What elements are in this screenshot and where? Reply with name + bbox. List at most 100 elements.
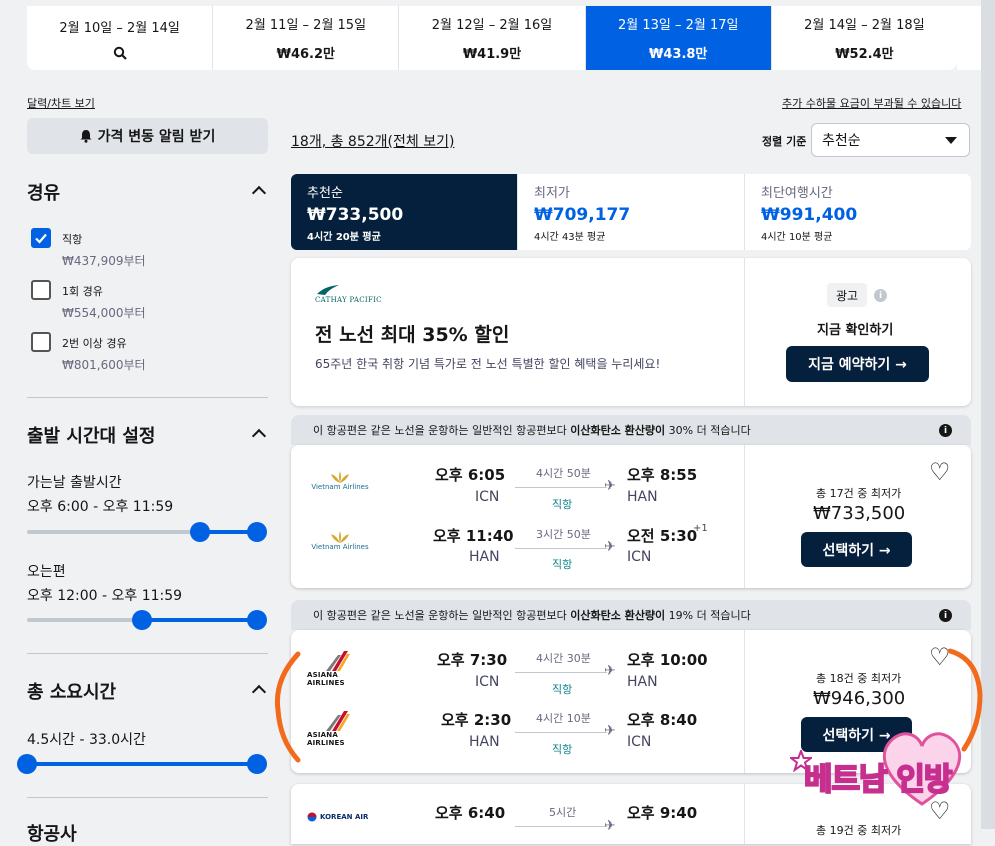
info-icon[interactable]: i [874, 289, 887, 302]
ad-headline: 전 노선 최대 35% 할인 [315, 324, 510, 346]
slider-fill [27, 762, 257, 766]
info-icon[interactable]: i [939, 609, 952, 622]
sort-tab-name: 최저가 [534, 186, 570, 201]
search-icon [113, 46, 127, 60]
lotus-icon [331, 471, 349, 483]
card-divider [744, 630, 745, 773]
stops-two-plus-checkbox[interactable] [31, 332, 51, 352]
results-count[interactable]: 18개, 총 852개(전체 보기) [291, 131, 454, 151]
sort-tab-best[interactable]: 추천순 ₩733,500 4시간 20분 평균 [291, 174, 518, 250]
stops-one-price: ₩554,000부터 [62, 306, 146, 320]
date-tab-overflow [957, 6, 982, 70]
airline-name: KOREAN AIR [320, 813, 369, 821]
slider-fill [142, 618, 257, 622]
slider-handle-max[interactable] [247, 610, 267, 630]
departure-time: 오후 7:30 [437, 651, 508, 669]
date-tab-price: ₩41.9만 [462, 47, 522, 62]
book-now-button[interactable]: 지금 예약하기 → [786, 346, 929, 382]
slider-handle-min[interactable] [132, 610, 152, 630]
collapse-chevron-icon[interactable] [251, 428, 267, 444]
slider-handle-max[interactable] [247, 522, 267, 542]
cathay-brushwing-icon [317, 285, 339, 295]
stops-label: 직항 [552, 498, 573, 511]
arrival-airport: HAN [627, 489, 658, 505]
sort-select-value: 추천순 [822, 133, 861, 149]
asiana-stripes-icon [326, 651, 350, 671]
sort-select[interactable]: 추천순 [811, 123, 970, 157]
cathay-logo: CATHAY PACIFIC [315, 284, 382, 304]
slider-handle-max[interactable] [247, 754, 267, 774]
date-tab-dates: 2월 11일 – 2월 15일 [245, 18, 367, 33]
airline-name: Vietnam Airlines [311, 543, 369, 551]
return-time-label: 오는편 [27, 564, 66, 580]
departure-airport: HAN [469, 549, 500, 565]
stops-one-checkbox[interactable] [31, 280, 51, 300]
next-day-indicator: +1 [693, 523, 708, 534]
date-tab-price: ₩43.8만 [649, 47, 708, 62]
date-tab-4-selected[interactable]: 2월 13일 – 2월 17일 ₩43.8만 [585, 6, 772, 70]
route-line [515, 548, 607, 549]
flight-duration: 4시간 30분 [536, 652, 591, 665]
date-tab-2[interactable]: 2월 11일 – 2월 15일 ₩46.2만 [213, 6, 400, 70]
date-tab-dates: 2월 10일 – 2월 14일 [59, 20, 180, 36]
asiana-logo: ASIANA AIRLINES [307, 651, 371, 687]
departure-airport: HAN [469, 734, 500, 750]
return-time-slider[interactable] [27, 610, 267, 630]
airline-name: ASIANA AIRLINES [307, 731, 345, 747]
duration-heading: 총 소요시간 [27, 682, 117, 703]
date-tab-3[interactable]: 2월 12일 – 2월 16일 ₩41.9만 [399, 6, 586, 70]
slider-handle-min[interactable] [189, 522, 210, 542]
outbound-time-slider[interactable] [27, 522, 267, 542]
lotus-icon [331, 531, 349, 543]
calendar-chart-link[interactable]: 달력/차트 보기 [27, 95, 95, 111]
extra-fees-link[interactable]: 추가 수하물 요금이 부과될 수 있습니다 [782, 95, 961, 111]
collapse-chevron-icon[interactable] [251, 684, 267, 700]
collapse-chevron-icon[interactable] [251, 185, 267, 201]
flight-duration: 4시간 10분 [536, 712, 591, 725]
plane-icon: ✈ [604, 818, 616, 834]
route-line [515, 672, 607, 673]
date-tab-dates: 2월 13일 – 2월 17일 [617, 18, 739, 33]
flight-result-card[interactable]: Vietnam Airlines 오후 6:05 ICN 4시간 50분 ✈ 직… [291, 445, 971, 588]
date-tab-5[interactable]: 2월 14일 – 2월 18일 ₩52.4만 [772, 6, 957, 70]
sort-tab-fastest[interactable]: 최단여행시간 ₩991,400 4시간 10분 평균 [745, 174, 971, 250]
stops-two-plus-price: ₩801,600부터 [62, 358, 146, 372]
ad-cta-label: 지금 확인하기 [817, 323, 894, 338]
date-selector: 2월 10일 – 2월 14일 2월 11일 – 2월 15일 ₩46.2만 2… [27, 6, 957, 70]
duration-range: 4.5시간 - 33.0시간 [27, 732, 146, 748]
flight-price: ₩946,300 [813, 688, 906, 709]
sort-tab-price: ₩709,177 [534, 205, 631, 225]
route-line [515, 826, 607, 827]
price-alert-button[interactable]: 가격 변동 알림 받기 [27, 118, 268, 154]
sort-tabs: 추천순 ₩733,500 4시간 20분 평균 최저가 ₩709,177 4시간… [291, 174, 971, 250]
info-icon[interactable]: i [939, 424, 952, 437]
arrival-time: 오후 8:40 [627, 711, 698, 729]
eco-banner: 이 항공편은 같은 노선을 운항하는 일반적인 항공편보다 이산화탄소 환산량이… [291, 600, 971, 630]
taegeuk-icon [307, 812, 317, 822]
outbound-time-label: 가는날 출발시간 [27, 475, 122, 491]
sort-tab-sub: 4시간 20분 평균 [307, 232, 381, 243]
stops-heading: 경유 [27, 183, 61, 204]
select-flight-button[interactable]: 선택하기 → [801, 532, 912, 567]
ad-body: 65주년 한국 취항 기념 특가로 전 노선 특별한 할인 혜택을 누리세요! [315, 357, 661, 371]
sort-tab-sub: 4시간 10분 평균 [761, 232, 833, 243]
departure-airport: ICN [475, 674, 500, 690]
route-line [515, 732, 607, 733]
sidebar-divider [27, 653, 268, 654]
flight-duration: 4시간 50분 [536, 467, 591, 480]
date-tab-1[interactable]: 2월 10일 – 2월 14일 [27, 6, 214, 70]
sort-label: 정렬 기준 [762, 135, 807, 148]
sort-tab-cheapest[interactable]: 최저가 ₩709,177 4시간 43분 평균 [518, 174, 745, 250]
stops-direct-price: ₩437,909부터 [62, 254, 146, 268]
flight-price: ₩733,500 [813, 503, 906, 524]
departure-time-heading: 출발 시간대 설정 [27, 426, 156, 447]
stops-label: 직항 [552, 743, 573, 756]
stops-direct-checkbox[interactable] [31, 228, 51, 248]
duration-slider[interactable] [17, 754, 267, 774]
vietnam-airlines-logo: Vietnam Airlines [310, 531, 370, 551]
card-divider [744, 445, 745, 588]
favorite-heart-icon[interactable]: ♡ [929, 460, 951, 484]
eco-text: 이 항공편은 같은 노선을 운항하는 일반적인 항공편보다 이산화탄소 환산량이… [313, 609, 751, 622]
korean-air-logo: KOREAN AIR [307, 812, 368, 822]
slider-handle-min[interactable] [17, 754, 37, 774]
